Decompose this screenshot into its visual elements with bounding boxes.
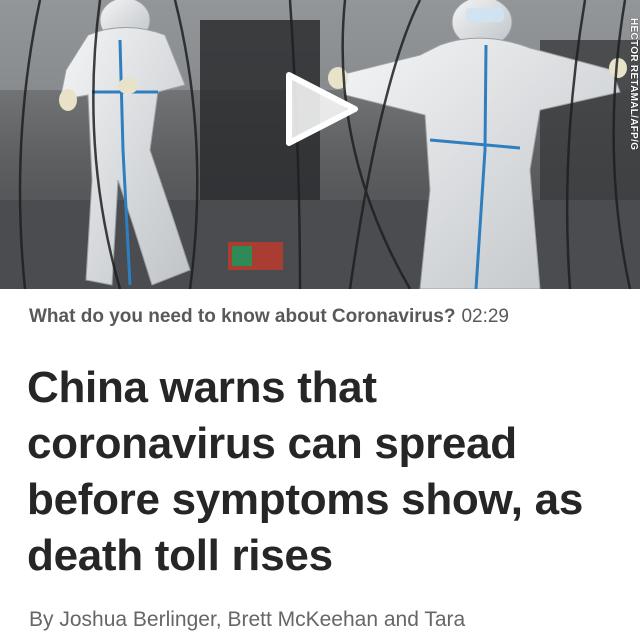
video-duration: 02:29 — [461, 306, 509, 327]
video-player[interactable]: HECTOR RETAMAL/AFP/G — [0, 0, 640, 289]
play-icon[interactable] — [281, 69, 361, 149]
video-title: What do you need to know about Coronavir… — [29, 306, 456, 327]
article-headline: China warns that coronavirus can spread … — [27, 363, 583, 580]
article-byline: By Joshua Berlinger, Brett McKeehan and … — [29, 608, 466, 631]
photo-credit: HECTOR RETAMAL/AFP/G — [628, 18, 639, 151]
video-caption[interactable]: What do you need to know about Coronavir… — [29, 306, 619, 328]
